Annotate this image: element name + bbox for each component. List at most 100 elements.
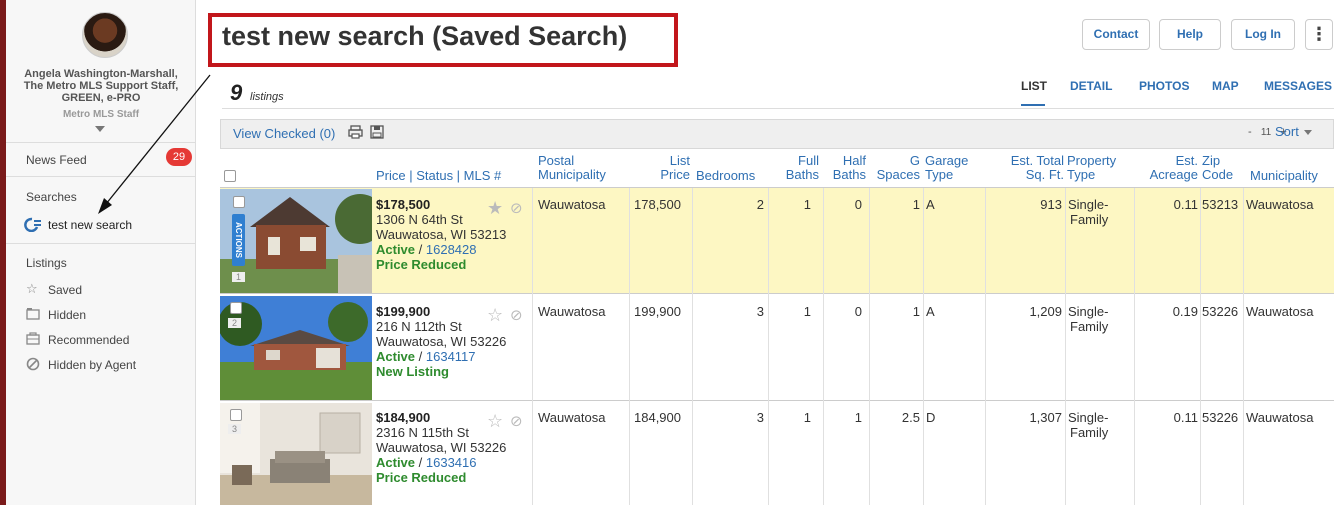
- postal-municipality: Wauwatosa: [538, 304, 606, 319]
- listing-photo[interactable]: [220, 296, 372, 400]
- page-size-value: 11: [1260, 127, 1272, 138]
- column-zip-code[interactable]: Zip Code: [1202, 154, 1233, 182]
- listing-photo[interactable]: [220, 403, 372, 505]
- sidebar-item-hidden-by-agent[interactable]: Hidden by Agent: [48, 358, 136, 372]
- listing-mls-link[interactable]: 1633416: [426, 455, 477, 470]
- sort-dropdown[interactable]: Sort: [1275, 124, 1313, 139]
- sidebar-item-saved[interactable]: Saved: [48, 283, 82, 297]
- tab-map[interactable]: MAP: [1212, 79, 1239, 93]
- column-list-price[interactable]: List Price: [660, 154, 690, 182]
- column-label-line: List: [669, 153, 690, 168]
- column-label-line: G: [909, 153, 920, 168]
- municipality: Wauwatosa: [1246, 304, 1314, 319]
- column-g-spaces[interactable]: G Spaces: [870, 154, 920, 182]
- sidebar-item-recommended[interactable]: Recommended: [48, 333, 129, 347]
- select-all-checkbox[interactable]: [224, 170, 236, 182]
- actions-button[interactable]: ACTIONS: [232, 214, 245, 266]
- column-est-acreage[interactable]: Est. Acreage: [1140, 154, 1198, 182]
- column-label-line: Type: [925, 167, 954, 182]
- row-checkbox[interactable]: [233, 196, 245, 208]
- briefcase-icon: [26, 332, 42, 346]
- listing-mls-link[interactable]: 1634117: [426, 349, 476, 364]
- star-icon: ☆: [26, 281, 38, 296]
- row-checkbox[interactable]: [230, 409, 242, 421]
- property-type-line: Family: [1070, 212, 1109, 227]
- garage-type: A: [926, 304, 935, 319]
- column-label-line: Sq. Ft.: [1025, 167, 1064, 182]
- star-icon[interactable]: ☆: [487, 305, 503, 326]
- column-label-line: Est.: [1175, 153, 1198, 168]
- column-label-line: Spaces: [876, 167, 920, 182]
- more-menu-button[interactable]: ⋮: [1305, 19, 1333, 50]
- listing-status: Active: [376, 242, 416, 257]
- listing-status: Active: [376, 349, 416, 364]
- star-icon[interactable]: ☆: [487, 411, 503, 432]
- column-label-line: Acreage: [1149, 167, 1198, 182]
- column-full-baths[interactable]: Full Baths: [781, 154, 819, 182]
- column-garage-type[interactable]: Garage Type: [925, 154, 968, 182]
- half-baths: 1: [854, 410, 862, 425]
- est-sqft: 913: [1040, 197, 1062, 212]
- column-half-baths[interactable]: Half Baths: [826, 154, 866, 182]
- star-icon[interactable]: ★: [487, 198, 503, 219]
- divider: [6, 142, 196, 143]
- save-disk-icon[interactable]: [370, 125, 384, 142]
- column-label-line: Code: [1202, 167, 1234, 182]
- app-window: Angela Washington-Marshall, The Metro ML…: [0, 0, 1338, 505]
- column-divider: [1200, 188, 1201, 505]
- page-size-minus[interactable]: -: [1248, 126, 1252, 138]
- print-icon[interactable]: [348, 125, 363, 142]
- listing-mls-link[interactable]: 1628428: [426, 242, 477, 257]
- g-spaces: 1: [912, 304, 920, 319]
- column-municipality[interactable]: Municipality: [1250, 169, 1318, 183]
- column-property-type[interactable]: Property Type: [1067, 154, 1116, 182]
- column-label-line: Property: [1067, 153, 1117, 168]
- tab-photos[interactable]: PHOTOS: [1139, 79, 1189, 93]
- hidden-circle-icon[interactable]: ⊘: [510, 199, 523, 217]
- tab-detail[interactable]: DETAIL: [1070, 79, 1112, 93]
- postal-municipality: Wauwatosa: [538, 197, 606, 212]
- column-label-line: Garage: [925, 153, 969, 168]
- column-label-line: Postal: [538, 153, 575, 168]
- tab-list[interactable]: LIST: [1021, 79, 1047, 93]
- hidden-circle-icon[interactable]: ⊘: [510, 412, 523, 430]
- column-divider: [629, 188, 630, 505]
- listing-count-label: listings: [250, 91, 284, 103]
- login-button[interactable]: Log In: [1231, 19, 1295, 50]
- help-button[interactable]: Help: [1159, 19, 1221, 50]
- zip-code: 53226: [1202, 410, 1239, 425]
- zip-code: 53226: [1202, 304, 1239, 319]
- chevron-down-icon[interactable]: [95, 126, 105, 132]
- full-baths: 1: [803, 304, 811, 319]
- column-bedrooms[interactable]: Bedrooms: [696, 169, 755, 183]
- avatar[interactable]: [82, 12, 128, 58]
- listing-city: Wauwatosa, WI 53226: [376, 334, 507, 349]
- column-postal-municipality[interactable]: Postal Municipality: [538, 154, 606, 182]
- column-divider: [985, 188, 986, 505]
- contact-button[interactable]: Contact: [1082, 19, 1150, 50]
- zip-code: 53213: [1202, 197, 1239, 212]
- column-label-line: Baths: [832, 167, 866, 182]
- row-checkbox[interactable]: [230, 302, 242, 314]
- est-acreage: 0.19: [1172, 304, 1198, 319]
- column-price-status-mls[interactable]: Price | Status | MLS #: [376, 169, 501, 183]
- listing-note: New Listing: [376, 364, 449, 379]
- est-acreage: 0.11: [1173, 410, 1198, 425]
- agent-name-line: GREEN, e-PRO: [61, 92, 141, 104]
- column-label-line: Type: [1067, 167, 1096, 182]
- column-label-line: Est. Total: [1010, 153, 1064, 168]
- divider: [6, 243, 196, 244]
- sidebar-item-news-feed[interactable]: News Feed: [26, 153, 87, 167]
- hidden-circle-icon[interactable]: ⊘: [510, 306, 523, 324]
- view-checked-link[interactable]: View Checked (0): [233, 126, 335, 141]
- tab-messages[interactable]: MESSAGES: [1264, 79, 1332, 93]
- divider: [6, 176, 196, 177]
- column-divider: [1065, 188, 1066, 505]
- column-label-line: Zip: [1202, 153, 1221, 168]
- column-est-sqft[interactable]: Est. Total Sq. Ft.: [988, 154, 1064, 182]
- g-spaces: 1: [912, 197, 920, 212]
- sidebar-item-hidden[interactable]: Hidden: [48, 308, 86, 322]
- est-sqft: 1,307: [1029, 410, 1062, 425]
- sidebar-item-test-new-search[interactable]: test new search: [48, 218, 132, 232]
- bedrooms: 2: [756, 197, 764, 212]
